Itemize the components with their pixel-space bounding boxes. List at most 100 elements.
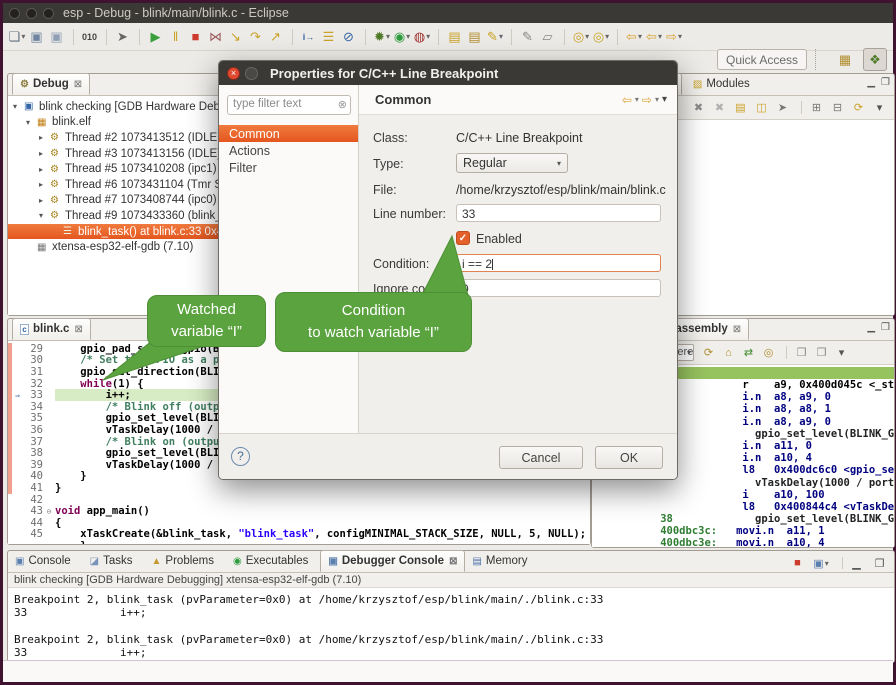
- open-resource-button[interactable]: ▤: [465, 27, 485, 47]
- tab-modules[interactable]: ▨ Modules: [686, 73, 757, 95]
- type-dropdown[interactable]: Regular ▾: [456, 153, 568, 173]
- fold-icon[interactable]: ⊖: [43, 507, 55, 516]
- expander-icon[interactable]: ▸: [39, 133, 50, 142]
- mark-occurrences-button[interactable]: ▱: [538, 27, 558, 47]
- forward-button[interactable]: ⇨ ▾: [664, 27, 684, 47]
- tab-problems[interactable]: ▲ Problems: [145, 550, 226, 572]
- chevron-down-icon[interactable]: ▾: [655, 95, 659, 104]
- add-register-group-button[interactable]: ▤: [732, 99, 749, 116]
- show-source-button[interactable]: ◎: [760, 344, 777, 361]
- cursor-mode-button[interactable]: ➤: [113, 27, 133, 47]
- ok-button[interactable]: OK: [595, 446, 663, 469]
- last-edit-button[interactable]: ⇦ ▾: [624, 27, 644, 47]
- resume-button[interactable]: ▶: [146, 27, 166, 47]
- step-over-button[interactable]: ↷: [246, 27, 266, 47]
- line-number-input[interactable]: 33: [456, 204, 661, 222]
- step-return-button[interactable]: ↗: [266, 27, 286, 47]
- view-menu-icon[interactable]: ▾: [662, 94, 667, 105]
- tab-debugger-console[interactable]: ▣ Debugger Console ⊠: [320, 550, 465, 572]
- save-button[interactable]: ▣: [27, 27, 47, 47]
- view-menu-button[interactable]: ▾: [833, 344, 850, 361]
- display-selected-console-button[interactable]: ▣ ▾: [813, 555, 829, 571]
- debug-perspective-button[interactable]: ❖: [863, 48, 887, 71]
- close-icon[interactable]: ⊠: [449, 556, 457, 567]
- expander-icon[interactable]: ▸: [39, 165, 50, 174]
- link-editor-button[interactable]: ◎ ▾: [591, 27, 611, 47]
- terminate-console-button[interactable]: ■: [790, 555, 806, 571]
- clear-filter-icon[interactable]: ⊗: [338, 98, 347, 111]
- remove-register-button[interactable]: ✖: [690, 99, 707, 116]
- dialog-close-button[interactable]: ×: [227, 67, 240, 80]
- window-minimize-button[interactable]: [26, 8, 37, 19]
- breakpoint-types-button[interactable]: ☰: [319, 27, 339, 47]
- expander-icon[interactable]: ▸: [39, 196, 50, 205]
- window-maximize-button[interactable]: [43, 8, 54, 19]
- open-folder-button[interactable]: ▤: [445, 27, 465, 47]
- ignore-count-input[interactable]: 0: [456, 279, 661, 297]
- instruction-stepping-button[interactable]: i→: [299, 27, 319, 47]
- dialog-nav-actions[interactable]: Actions: [219, 142, 358, 159]
- console-output[interactable]: Breakpoint 2, blink_task (pvParameter=0x…: [8, 588, 894, 662]
- minimize-button[interactable]: ▁: [867, 77, 875, 88]
- expand-all-button[interactable]: ⊞: [808, 99, 825, 116]
- expander-icon[interactable]: ▾: [39, 211, 50, 220]
- step-into-button[interactable]: ↘: [226, 27, 246, 47]
- suspend-button[interactable]: ‖: [166, 27, 186, 47]
- back-arrow-icon[interactable]: ⇦: [622, 93, 632, 107]
- remove-all-registers-button[interactable]: ✖: [711, 99, 728, 116]
- minimize-button[interactable]: ▁: [867, 322, 875, 333]
- pointer-button[interactable]: ➤: [774, 99, 791, 116]
- terminate-button[interactable]: ■: [186, 27, 206, 47]
- close-icon[interactable]: ⊠: [74, 79, 82, 90]
- minimize-button[interactable]: ▁: [849, 555, 865, 571]
- refresh-button[interactable]: ⟳: [700, 344, 717, 361]
- profile-button[interactable]: ◍ ▾: [412, 27, 432, 47]
- breakpoint-icon[interactable]: ⇒: [12, 391, 23, 400]
- cancel-button[interactable]: Cancel: [499, 446, 583, 469]
- filter-input[interactable]: type filter text ⊗: [227, 95, 351, 115]
- build-binary-button[interactable]: 010: [80, 27, 100, 47]
- pin-editor-button[interactable]: ◎ ▾: [571, 27, 591, 47]
- close-icon[interactable]: ⊠: [74, 324, 82, 335]
- view-menu-button[interactable]: ▾: [871, 99, 888, 116]
- help-button[interactable]: ?: [231, 447, 250, 466]
- disconnect-button[interactable]: ⋈: [206, 27, 226, 47]
- restore-groups-button[interactable]: ◫: [753, 99, 770, 116]
- dialog-nav-filter[interactable]: Filter: [219, 159, 358, 176]
- expander-icon[interactable]: ▸: [39, 149, 50, 158]
- cpp-perspective-button[interactable]: ▦: [833, 48, 857, 71]
- chevron-down-icon[interactable]: ▾: [687, 348, 691, 357]
- back-button[interactable]: ⇦ ▾: [644, 27, 664, 47]
- collapse-all-button[interactable]: ⊟: [829, 99, 846, 116]
- tab-executables[interactable]: ◉ Executables: [226, 550, 320, 572]
- chevron-down-icon[interactable]: ▾: [635, 95, 639, 104]
- skip-all-breakpoints-button[interactable]: ⊘: [339, 27, 359, 47]
- home-button[interactable]: ⌂: [720, 344, 737, 361]
- dialog-nav-common[interactable]: Common: [219, 125, 358, 142]
- annotation-button[interactable]: ✎ ▾: [485, 27, 505, 47]
- sync-button[interactable]: ⇄: [740, 344, 757, 361]
- maximize-button[interactable]: ❐: [872, 555, 888, 571]
- save-all-button[interactable]: ▣: [47, 27, 67, 47]
- pencil-button[interactable]: ✎: [518, 27, 538, 47]
- maximize-button[interactable]: ❐: [881, 77, 890, 88]
- debug-button[interactable]: ✹ ▾: [372, 27, 392, 47]
- tab-tasks[interactable]: ◪ Tasks: [83, 550, 145, 572]
- refresh-button[interactable]: ⟳: [850, 99, 867, 116]
- expander-icon[interactable]: ▾: [26, 118, 37, 127]
- close-icon[interactable]: ⊠: [733, 324, 741, 335]
- expander-icon[interactable]: ▾: [13, 102, 24, 111]
- tab-debug[interactable]: ⚙ Debug ⊠: [12, 73, 90, 95]
- open-new-view-button[interactable]: ❒: [793, 344, 810, 361]
- tab-blink-c[interactable]: c blink.c ⊠: [12, 318, 91, 340]
- expander-icon[interactable]: ▸: [39, 180, 50, 189]
- tab-console[interactable]: ▣ Console: [8, 550, 83, 572]
- condition-input[interactable]: i == 2: [456, 254, 661, 272]
- run-button[interactable]: ◉ ▾: [392, 27, 412, 47]
- tab-memory[interactable]: ▤ Memory: [465, 550, 539, 572]
- pin-view-button[interactable]: ❒: [813, 344, 830, 361]
- new-wizard-button[interactable]: ❏ ▾: [7, 27, 27, 47]
- window-close-button[interactable]: [9, 8, 20, 19]
- quick-access-button[interactable]: Quick Access: [717, 49, 807, 70]
- maximize-button[interactable]: ❐: [881, 322, 890, 333]
